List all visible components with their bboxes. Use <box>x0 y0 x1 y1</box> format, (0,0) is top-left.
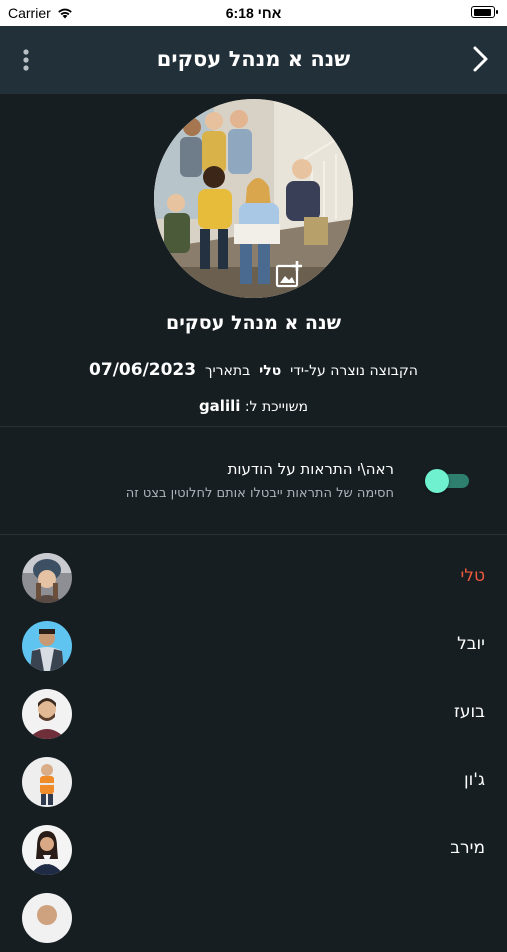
chevron-right-icon[interactable] <box>469 44 493 74</box>
member-avatar <box>22 621 72 671</box>
member-name: מירב <box>450 838 485 858</box>
toggle-knob <box>425 469 449 493</box>
member-row[interactable] <box>0 884 507 952</box>
created-info: הקבוצה נוצרה על-ידי טלי בתאריך 07/06/202… <box>0 360 507 380</box>
member-avatar <box>22 689 72 739</box>
divider <box>0 534 507 535</box>
page-title: שנה א מנהל עסקים <box>156 47 351 71</box>
belongs-to: galili <box>198 397 241 415</box>
member-row[interactable]: בועז <box>0 680 507 748</box>
navigation-bar: שנה א מנהל עסקים <box>0 26 507 94</box>
member-row[interactable]: מירב <box>0 816 507 884</box>
add-photo-icon[interactable] <box>275 260 303 288</box>
member-name: טלי <box>460 566 486 586</box>
member-name: יובל <box>457 634 485 654</box>
belongs-info: משוייכת ל: galili <box>0 397 507 415</box>
member-avatar <box>22 893 72 943</box>
group-photo-image <box>154 99 353 298</box>
member-avatar <box>22 553 72 603</box>
member-row[interactable]: יובל <box>0 612 507 680</box>
member-avatar <box>22 825 72 875</box>
group-photo[interactable] <box>154 99 353 298</box>
notifications-toggle[interactable] <box>425 469 471 493</box>
status-bar: Carrier 6:18 אחי <box>0 0 507 26</box>
member-avatar <box>22 757 72 807</box>
divider <box>0 426 507 427</box>
notifications-title: ראה\י התראות על הודעות <box>227 460 394 478</box>
created-date: 07/06/2023 <box>89 360 197 380</box>
member-name: בועז <box>454 702 485 722</box>
notifications-subtitle: חסימה של התראות ייבטלו אותם לחלוטין בצט … <box>125 486 394 501</box>
status-time: 6:18 אחי <box>225 5 282 21</box>
battery-icon <box>471 6 498 18</box>
creator-name: טלי <box>259 363 282 379</box>
member-row[interactable]: ג'ון <box>0 748 507 816</box>
created-on-label: בתאריך <box>205 363 251 379</box>
member-name: ג'ון <box>464 770 485 790</box>
belongs-label: משוייכת ל: <box>244 399 309 415</box>
created-prefix: הקבוצה נוצרה על-ידי <box>290 363 418 379</box>
group-name: שנה א מנהל עסקים <box>165 312 342 334</box>
member-row[interactable]: טלי <box>0 544 507 612</box>
